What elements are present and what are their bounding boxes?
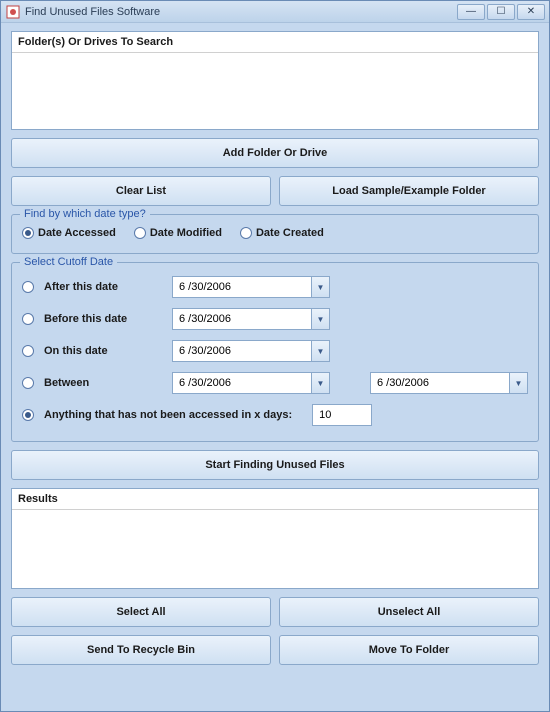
window-controls: — ☐ ✕ xyxy=(457,4,545,20)
date-modified-label[interactable]: Date Modified xyxy=(150,227,222,239)
select-all-label: Select All xyxy=(116,606,165,618)
after-label[interactable]: After this date xyxy=(44,281,162,293)
between-start-value: 6 /30/2006 xyxy=(173,377,311,389)
folders-panel: Folder(s) Or Drives To Search xyxy=(11,31,539,130)
load-sample-button[interactable]: Load Sample/Example Folder xyxy=(279,176,539,206)
date-accessed-label[interactable]: Date Accessed xyxy=(38,227,116,239)
app-icon xyxy=(5,4,21,20)
date-type-fieldset: Find by which date type? Date Accessed D… xyxy=(11,214,539,254)
between-label[interactable]: Between xyxy=(44,377,162,389)
after-date-input[interactable]: 6 /30/2006 ▼ xyxy=(172,276,330,298)
before-radio[interactable] xyxy=(22,313,34,325)
before-date-value: 6 /30/2006 xyxy=(173,313,311,325)
clear-list-label: Clear List xyxy=(116,185,166,197)
maximize-button[interactable]: ☐ xyxy=(487,4,515,20)
date-type-legend: Find by which date type? xyxy=(20,208,150,220)
on-label[interactable]: On this date xyxy=(44,345,162,357)
after-radio[interactable] xyxy=(22,281,34,293)
chevron-down-icon[interactable]: ▼ xyxy=(311,341,329,361)
add-folder-label: Add Folder Or Drive xyxy=(223,147,328,159)
anything-radio[interactable] xyxy=(22,409,34,421)
cutoff-legend: Select Cutoff Date xyxy=(20,256,117,268)
between-start-input[interactable]: 6 /30/2006 ▼ xyxy=(172,372,330,394)
date-created-radio[interactable] xyxy=(240,227,252,239)
start-finding-button[interactable]: Start Finding Unused Files xyxy=(11,450,539,480)
results-panel: Results xyxy=(11,488,539,589)
start-finding-label: Start Finding Unused Files xyxy=(205,459,344,471)
add-folder-button[interactable]: Add Folder Or Drive xyxy=(11,138,539,168)
after-date-value: 6 /30/2006 xyxy=(173,281,311,293)
chevron-down-icon[interactable]: ▼ xyxy=(509,373,527,393)
before-date-input[interactable]: 6 /30/2006 ▼ xyxy=(172,308,330,330)
window: Find Unused Files Software — ☐ ✕ Folder(… xyxy=(0,0,550,712)
window-title: Find Unused Files Software xyxy=(25,6,457,18)
anything-label[interactable]: Anything that has not been accessed in x… xyxy=(44,409,292,421)
select-all-button[interactable]: Select All xyxy=(11,597,271,627)
unselect-all-button[interactable]: Unselect All xyxy=(279,597,539,627)
send-recycle-button[interactable]: Send To Recycle Bin xyxy=(11,635,271,665)
content: Folder(s) Or Drives To Search Add Folder… xyxy=(1,23,549,673)
on-radio[interactable] xyxy=(22,345,34,357)
chevron-down-icon[interactable]: ▼ xyxy=(311,277,329,297)
folders-list[interactable] xyxy=(12,53,538,129)
minimize-button[interactable]: — xyxy=(457,4,485,20)
on-date-value: 6 /30/2006 xyxy=(173,345,311,357)
date-created-label[interactable]: Date Created xyxy=(256,227,324,239)
send-recycle-label: Send To Recycle Bin xyxy=(87,644,195,656)
between-end-input[interactable]: 6 /30/2006 ▼ xyxy=(370,372,528,394)
load-sample-label: Load Sample/Example Folder xyxy=(332,185,485,197)
move-folder-button[interactable]: Move To Folder xyxy=(279,635,539,665)
unselect-all-label: Unselect All xyxy=(378,606,441,618)
chevron-down-icon[interactable]: ▼ xyxy=(311,373,329,393)
before-label[interactable]: Before this date xyxy=(44,313,162,325)
move-folder-label: Move To Folder xyxy=(369,644,449,656)
results-list[interactable] xyxy=(12,510,538,588)
between-radio[interactable] xyxy=(22,377,34,389)
results-header: Results xyxy=(12,489,538,510)
on-date-input[interactable]: 6 /30/2006 ▼ xyxy=(172,340,330,362)
close-button[interactable]: ✕ xyxy=(517,4,545,20)
date-modified-radio[interactable] xyxy=(134,227,146,239)
folders-header: Folder(s) Or Drives To Search xyxy=(12,32,538,53)
clear-list-button[interactable]: Clear List xyxy=(11,176,271,206)
days-input[interactable] xyxy=(312,404,372,426)
chevron-down-icon[interactable]: ▼ xyxy=(311,309,329,329)
cutoff-fieldset: Select Cutoff Date After this date 6 /30… xyxy=(11,262,539,442)
titlebar[interactable]: Find Unused Files Software — ☐ ✕ xyxy=(1,1,549,23)
date-accessed-radio[interactable] xyxy=(22,227,34,239)
between-end-value: 6 /30/2006 xyxy=(371,377,509,389)
